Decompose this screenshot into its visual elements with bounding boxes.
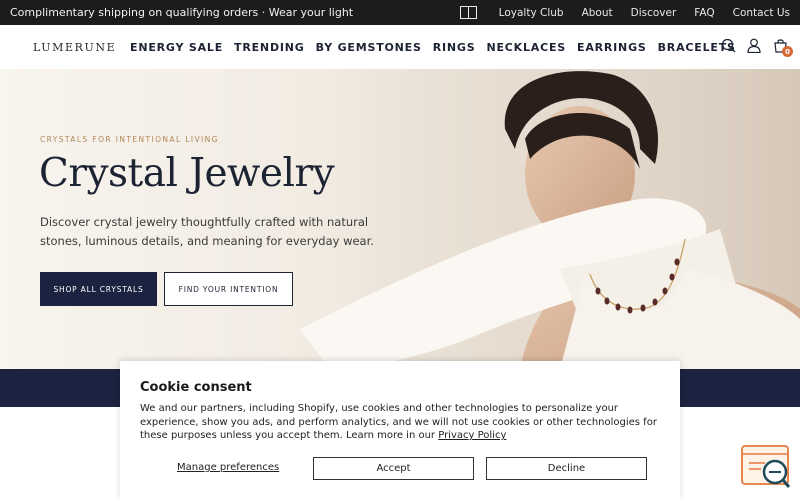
cart-count-badge: 0 — [782, 46, 793, 57]
hero-banner: CRYSTALS FOR INTENTIONAL LIVING Crystal … — [0, 69, 800, 369]
accept-button[interactable]: Accept — [313, 457, 474, 480]
manage-preferences-link[interactable]: Manage preferences — [177, 462, 279, 473]
nav-earrings[interactable]: EARRINGS — [577, 41, 647, 54]
find-your-intention-button[interactable]: FIND YOUR INTENTION — [164, 272, 293, 306]
header-actions: 0 — [720, 37, 793, 57]
site-header: LUMERUNE ENERGY SALE TRENDING BY GEMSTON… — [0, 25, 800, 69]
link-discover[interactable]: Discover — [631, 7, 677, 19]
nav-by-gemstones[interactable]: BY GEMSTONES — [316, 41, 422, 54]
privacy-policy-link[interactable]: Privacy Policy — [438, 430, 506, 441]
shop-all-crystals-button[interactable]: SHOP ALL CRYSTALS — [40, 272, 157, 306]
cookie-title: Cookie consent — [140, 380, 252, 395]
cookie-body: We and our partners, including Shopify, … — [140, 403, 657, 441]
nav-trending[interactable]: TRENDING — [234, 41, 305, 54]
cart-icon[interactable]: 0 — [772, 37, 793, 57]
chat-widget-icon[interactable] — [741, 444, 791, 490]
announcement-bar: Complimentary shipping on qualifying ord… — [0, 0, 800, 25]
cookie-consent-banner: Cookie consent We and our partners, incl… — [120, 361, 680, 500]
cookie-actions: Manage preferences Accept Decline — [140, 457, 660, 480]
utility-links: Loyalty Club About Discover FAQ Contact … — [459, 6, 790, 19]
account-icon[interactable] — [746, 37, 762, 54]
nav-rings[interactable]: RINGS — [433, 41, 476, 54]
link-about[interactable]: About — [582, 7, 613, 19]
main-nav: ENERGY SALE TRENDING BY GEMSTONES RINGS … — [130, 41, 736, 54]
cookie-text: We and our partners, including Shopify, … — [140, 402, 660, 443]
search-icon[interactable] — [720, 37, 736, 54]
hero-eyebrow: CRYSTALS FOR INTENTIONAL LIVING — [40, 135, 219, 144]
decline-button[interactable]: Decline — [486, 457, 647, 480]
nav-necklaces[interactable]: NECKLACES — [486, 41, 566, 54]
nav-energy-sale[interactable]: ENERGY SALE — [130, 41, 223, 54]
link-contact-us[interactable]: Contact Us — [733, 7, 790, 19]
hero-description: Discover crystal jewelry thoughtfully cr… — [40, 215, 374, 248]
logo[interactable]: LUMERUNE — [33, 41, 130, 54]
announcement-text: Complimentary shipping on qualifying ord… — [10, 6, 354, 19]
region-selector-icon[interactable] — [459, 6, 477, 19]
link-loyalty-club[interactable]: Loyalty Club — [499, 7, 564, 19]
hero-title: Crystal Jewelry — [39, 151, 335, 196]
link-faq[interactable]: FAQ — [694, 7, 714, 19]
